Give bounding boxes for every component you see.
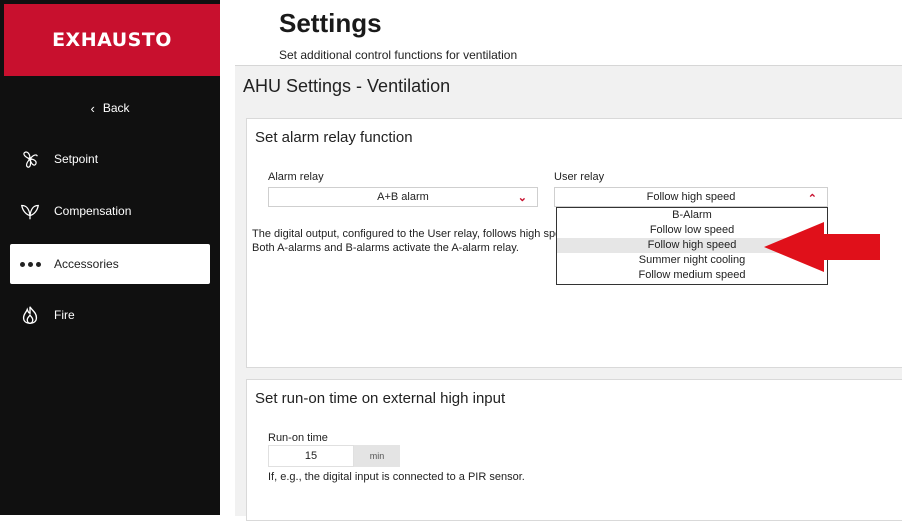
sidebar-item-label: Accessories	[54, 257, 119, 271]
alarm-relay-value: A+B alarm	[377, 191, 429, 203]
user-relay-select[interactable]: Follow high speed ⌃	[554, 187, 828, 207]
user-relay-value: Follow high speed	[646, 191, 736, 203]
runon-description: If, e.g., the digital input is connected…	[268, 471, 525, 483]
alarm-relay-label: Alarm relay	[268, 171, 324, 183]
sidebar-item-label: Fire	[54, 308, 75, 322]
main-content: Settings Set additional control function…	[220, 0, 902, 521]
sidebar-item-label: Setpoint	[54, 152, 99, 166]
sidebar-item-fire[interactable]: Fire	[10, 295, 210, 335]
section-title: AHU Settings - Ventilation	[243, 76, 451, 96]
fan-icon	[18, 147, 42, 171]
alarm-description-2: Both A-alarms and B-alarms activate the …	[252, 242, 519, 254]
chevron-down-icon: ⌄	[517, 192, 527, 204]
leaf-icon	[18, 199, 42, 223]
panel-title: Set alarm relay function	[255, 129, 413, 146]
logo: EXHAUSTO	[4, 4, 220, 76]
sidebar-item-setpoint[interactable]: Setpoint	[10, 139, 210, 179]
logo-text: EXHAUSTO	[52, 29, 172, 51]
panel-title: Set run-on time on external high input	[255, 390, 506, 407]
red-arrow-icon	[764, 222, 880, 272]
sidebar: EXHAUSTO ‹ Back Setpoint Compensation Ac…	[0, 0, 220, 515]
page-subtitle: Set additional control functions for ven…	[279, 48, 518, 62]
back-button[interactable]: ‹ Back	[0, 94, 220, 122]
user-relay-label: User relay	[554, 171, 605, 183]
dots-icon	[18, 252, 42, 276]
back-label: Back	[102, 101, 130, 115]
alarm-description-1: The digital output, configured to the Us…	[252, 228, 568, 240]
alarm-relay-select[interactable]: A+B alarm ⌄	[268, 187, 538, 207]
sidebar-item-accessories[interactable]: Accessories	[10, 244, 210, 284]
sidebar-item-compensation[interactable]: Compensation	[10, 191, 210, 231]
runon-time-input[interactable]: 15	[268, 445, 354, 467]
sidebar-item-label: Compensation	[54, 204, 132, 218]
flame-icon	[18, 303, 42, 327]
runon-unit: min	[354, 445, 400, 467]
chevron-left-icon: ‹	[90, 100, 95, 116]
runon-time-value: 15	[304, 450, 318, 462]
runon-label: Run-on time	[268, 432, 328, 444]
chevron-up-icon: ⌃	[807, 193, 817, 205]
dropdown-option[interactable]: B-Alarm	[557, 208, 827, 223]
page-title: Settings	[279, 8, 382, 38]
